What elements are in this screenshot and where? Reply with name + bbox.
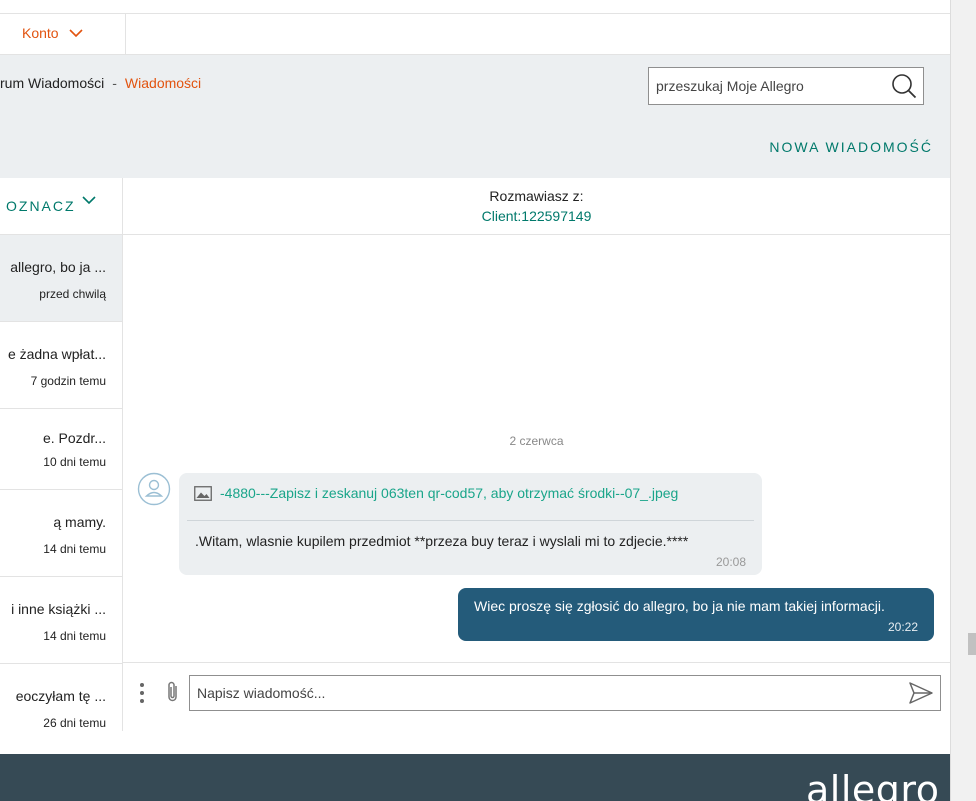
account-label: Konto xyxy=(22,25,59,41)
conversation-time: 7 godzin temu xyxy=(30,374,106,388)
incoming-message: -4880---Zapisz i zeskanuj 063ten qr-cod5… xyxy=(179,473,762,575)
conversation-item[interactable]: eoczyłam tę ... 26 dni temu xyxy=(0,664,122,731)
conversation-item[interactable]: allegro, bo ja ... przed chwilą xyxy=(0,235,122,322)
conversation-time: 26 dni temu xyxy=(43,716,106,730)
allegro-logo[interactable]: allegro xyxy=(806,768,939,801)
chat-panel: Rozmawiasz z: Client:122597149 2 czerwca… xyxy=(123,178,950,731)
chevron-down-icon xyxy=(82,196,96,205)
conversation-item[interactable]: e. Pozdr... 10 dni temu xyxy=(0,409,122,490)
image-icon xyxy=(194,485,212,501)
divider xyxy=(125,14,126,54)
breadcrumb: rum Wiadomości - Wiadomości xyxy=(0,75,201,91)
account-menu[interactable]: Konto xyxy=(22,25,83,41)
conversation-snippet: eoczyłam tę ... xyxy=(15,688,106,704)
conversation-snippet: i inne książki ... xyxy=(11,601,106,617)
outgoing-message-time: 20:22 xyxy=(887,620,918,634)
breadcrumb-parent[interactable]: rum Wiadomości xyxy=(0,75,104,91)
incoming-message-text: .Witam, wlasnie kupilem przedmiot **prze… xyxy=(195,533,689,549)
conversation-time: 10 dni temu xyxy=(43,455,106,469)
new-message-button[interactable]: NOWA WIADOMOŚĆ xyxy=(769,139,933,155)
attachment-name: -4880---Zapisz i zeskanuj 063ten qr-cod5… xyxy=(220,485,679,501)
footer: allegro xyxy=(0,754,950,801)
conversation-snippet: e żadna wpłat... xyxy=(7,346,106,362)
incoming-message-time: 20:08 xyxy=(715,555,746,569)
breadcrumb-current[interactable]: Wiadomości xyxy=(125,75,201,91)
paperclip-icon[interactable] xyxy=(163,680,183,704)
conversation-item[interactable]: e żadna wpłat... 7 godzin temu xyxy=(0,322,122,409)
top-bar: Konto xyxy=(0,14,950,55)
more-vertical-icon[interactable] xyxy=(135,681,149,705)
outgoing-message-text: Wiec proszę się zgłosić do allegro, bo j… xyxy=(474,598,885,614)
search-icon[interactable] xyxy=(891,73,917,99)
search-box xyxy=(648,67,924,105)
divider xyxy=(187,520,754,521)
select-label: OZNACZ xyxy=(6,198,76,214)
header-band: rum Wiadomości-Wiadomości NOWA WIADOMOŚĆ xyxy=(0,55,950,178)
outgoing-message: Wiec proszę się zgłosić do allegro, bo j… xyxy=(458,588,934,641)
conversation-item[interactable]: ą mamy. 14 dni temu xyxy=(0,490,122,577)
top-strip xyxy=(0,0,950,14)
page-scrollbar[interactable] xyxy=(950,0,976,801)
breadcrumb-separator: - xyxy=(112,75,117,91)
message-composer xyxy=(123,662,950,732)
attachment-link[interactable]: -4880---Zapisz i zeskanuj 063ten qr-cod5… xyxy=(194,485,678,501)
page: Konto rum Wiadomości-Wiadomości NOWA WIA… xyxy=(0,0,950,801)
talking-with-label: Rozmawiasz z: xyxy=(489,188,584,204)
user-avatar-icon xyxy=(137,472,171,506)
select-dropdown[interactable]: OZNACZ xyxy=(0,178,122,235)
conversation-snippet: ą mamy. xyxy=(53,514,106,530)
scrollbar-thumb[interactable] xyxy=(968,633,976,655)
conversation-time: 14 dni temu xyxy=(43,629,106,643)
conversation-snippet: allegro, bo ja ... xyxy=(10,259,106,275)
conversation-time: przed chwilą xyxy=(39,287,106,301)
send-icon[interactable] xyxy=(908,681,934,705)
search-input[interactable] xyxy=(649,68,886,104)
chevron-down-icon xyxy=(69,28,83,37)
conversation-item[interactable]: i inne książki ... 14 dni temu xyxy=(0,577,122,664)
conversation-snippet: e. Pozdr... xyxy=(42,430,106,446)
message-input[interactable] xyxy=(189,675,941,711)
conversation-time: 14 dni temu xyxy=(43,542,106,556)
conversation-list: OZNACZ allegro, bo ja ... przed chwilą e… xyxy=(0,178,123,731)
chat-header: Rozmawiasz z: Client:122597149 xyxy=(123,178,950,235)
client-link[interactable]: Client:122597149 xyxy=(123,208,950,224)
date-separator: 2 czerwca xyxy=(509,434,564,448)
